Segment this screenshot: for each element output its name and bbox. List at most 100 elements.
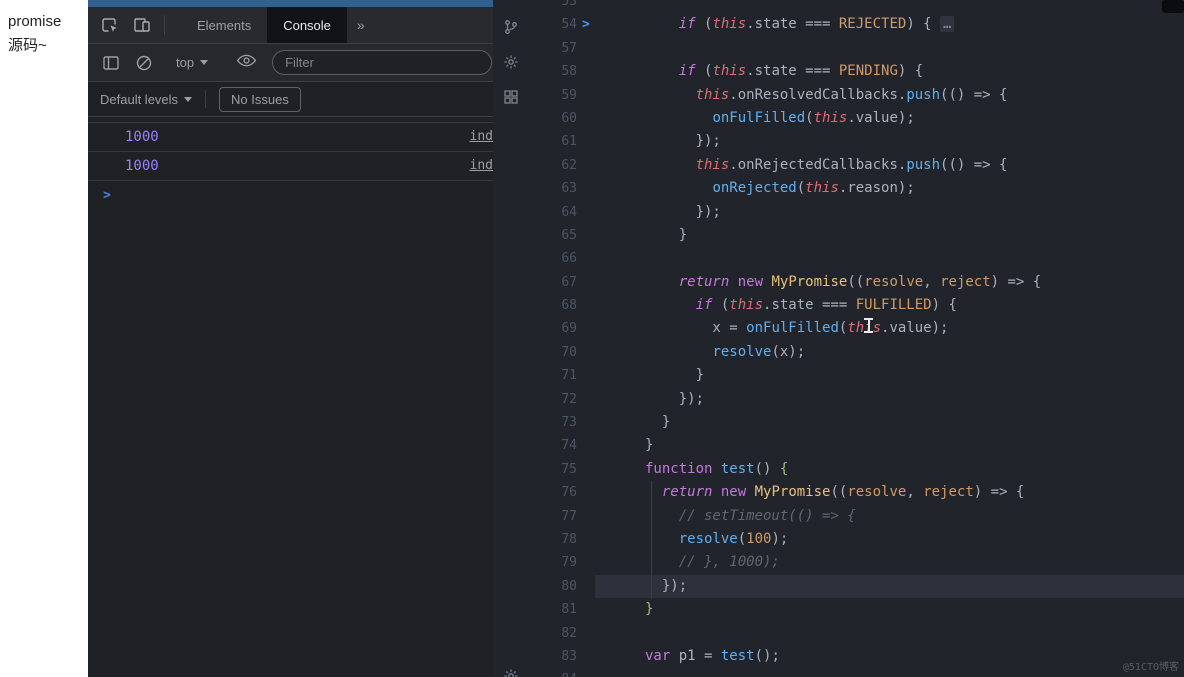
line-number[interactable]: 75 xyxy=(529,458,577,481)
line-number[interactable]: 74 xyxy=(529,434,577,457)
code-text[interactable]: } xyxy=(645,411,670,434)
code-text[interactable]: if (this.state === PENDING) { xyxy=(645,60,923,83)
code-token: this xyxy=(695,156,730,173)
code-text[interactable]: } xyxy=(645,598,653,621)
code-text[interactable]: }); xyxy=(645,130,721,153)
inspect-element-icon[interactable] xyxy=(100,15,120,35)
code-text[interactable]: return new MyPromise((resolve, reject) =… xyxy=(645,271,1042,294)
line-number[interactable]: 82 xyxy=(529,622,577,645)
live-expression-eye-icon[interactable] xyxy=(236,53,257,73)
code-token: onFulFilled xyxy=(712,109,806,126)
line-number[interactable]: 71 xyxy=(529,364,577,387)
line-number[interactable]: 63 xyxy=(529,177,577,200)
tab-console[interactable]: Console xyxy=(267,7,347,43)
code-token: }); xyxy=(645,133,721,150)
gear-icon[interactable] xyxy=(503,54,519,70)
code-text[interactable]: if (this.state === FULFILLED) { xyxy=(645,294,957,317)
code-text[interactable]: } xyxy=(645,224,687,247)
line-number[interactable]: 84 xyxy=(529,668,577,677)
line-number[interactable]: 64 xyxy=(529,201,577,224)
console-source-link[interactable]: ind xyxy=(470,158,493,173)
code-text[interactable]: }); xyxy=(645,388,704,411)
code-line: 62 this.onRejectedCallbacks.push(() => { xyxy=(529,154,1184,177)
line-number[interactable]: 70 xyxy=(529,341,577,364)
line-number[interactable]: 78 xyxy=(529,528,577,551)
code-token: push xyxy=(906,156,941,173)
line-number[interactable]: 68 xyxy=(529,294,577,317)
code-line: 68 if (this.state === FULFILLED) { xyxy=(529,294,1184,317)
scrollbar-thumb[interactable] xyxy=(1162,0,1184,13)
line-number[interactable]: 57 xyxy=(529,37,577,60)
line-number[interactable]: 62 xyxy=(529,154,577,177)
log-levels-dropdown[interactable]: Default levels xyxy=(100,92,193,107)
code-token: ) => { xyxy=(973,484,1025,501)
code-text[interactable]: return new MyPromise((resolve, reject) =… xyxy=(645,481,1025,504)
line-number[interactable]: 73 xyxy=(529,411,577,434)
code-token: push xyxy=(906,86,941,103)
code-line: 53 xyxy=(529,0,1184,13)
line-number[interactable]: 81 xyxy=(529,598,577,621)
line-number[interactable]: 53 xyxy=(529,0,577,13)
code-line: 59 this.onResolvedCallbacks.push(() => { xyxy=(529,84,1184,107)
code-text[interactable]: this.onResolvedCallbacks.push(() => { xyxy=(645,84,1008,107)
console-sidebar-icon[interactable] xyxy=(101,53,121,73)
clear-console-icon[interactable] xyxy=(134,53,154,73)
code-text[interactable]: function test() { xyxy=(645,458,788,481)
code-text[interactable]: // setTimeout(() => { xyxy=(645,505,856,528)
code-text[interactable]: this.onRejectedCallbacks.push(() => { xyxy=(645,154,1008,177)
line-number[interactable]: 67 xyxy=(529,271,577,294)
line-number[interactable]: 83 xyxy=(529,645,577,668)
code-editor[interactable]: 53 54 > if (this.state === REJECTED) { … 57… xyxy=(529,0,1184,677)
line-number[interactable]: 60 xyxy=(529,107,577,130)
levels-separator xyxy=(205,90,207,108)
more-tabs-icon[interactable]: » xyxy=(347,7,375,43)
context-selector[interactable]: top xyxy=(176,55,209,70)
page-title-line2: 源码~ xyxy=(8,37,47,54)
line-number[interactable]: 58 xyxy=(529,60,577,83)
code-token: if xyxy=(678,63,696,80)
code-line: 69 x = onFulFilled(this.value); xyxy=(529,317,1184,340)
line-number[interactable]: 69 xyxy=(529,317,577,340)
device-toolbar-icon[interactable] xyxy=(132,15,152,35)
console-message-row[interactable]: 1000 ind xyxy=(88,123,493,152)
line-number[interactable]: 65 xyxy=(529,224,577,247)
line-number[interactable]: 61 xyxy=(529,130,577,153)
gear-bottom-icon[interactable] xyxy=(503,668,519,677)
code-text[interactable]: var p1 = test(); xyxy=(645,645,780,668)
grid-icon[interactable] xyxy=(503,89,519,105)
code-text[interactable]: x = onFulFilled(this.value); xyxy=(645,317,948,340)
code-text[interactable]: resolve(100); xyxy=(645,528,789,551)
code-text[interactable]: // }, 1000); xyxy=(645,551,780,574)
code-text[interactable]: } xyxy=(645,434,653,457)
console-source-link[interactable]: ind xyxy=(470,129,493,144)
line-number[interactable]: 80 xyxy=(529,575,577,598)
code-token: new xyxy=(737,273,764,290)
no-issues-badge[interactable]: No Issues xyxy=(219,86,301,112)
tab-elements[interactable]: Elements xyxy=(181,7,267,43)
code-text[interactable]: resolve(x); xyxy=(645,341,805,364)
code-text[interactable]: onFulFilled(this.value); xyxy=(645,107,914,130)
fold-chevron-icon[interactable]: > xyxy=(582,13,590,36)
chevron-down-icon xyxy=(184,96,193,102)
filter-input[interactable]: Filter xyxy=(272,50,493,75)
text-cursor-icon xyxy=(862,317,875,334)
line-number[interactable]: 76 xyxy=(529,481,577,504)
git-branch-icon[interactable] xyxy=(503,19,519,35)
line-number[interactable]: 72 xyxy=(529,388,577,411)
code-token: { xyxy=(779,460,789,477)
console-prompt[interactable]: > xyxy=(88,181,493,209)
console-message-row[interactable]: 1000 ind xyxy=(88,152,493,181)
code-token: }); xyxy=(645,203,721,220)
line-number[interactable]: 79 xyxy=(529,551,577,574)
line-number[interactable]: 54 xyxy=(529,13,577,36)
line-number[interactable]: 59 xyxy=(529,84,577,107)
line-number[interactable]: 66 xyxy=(529,247,577,270)
code-text[interactable]: }); xyxy=(645,201,721,224)
code-text[interactable]: } xyxy=(645,364,704,387)
code-text[interactable]: onRejected(this.reason); xyxy=(645,177,914,200)
code-text[interactable]: if (this.state === REJECTED) { … xyxy=(645,13,955,36)
line-number[interactable]: 77 xyxy=(529,505,577,528)
